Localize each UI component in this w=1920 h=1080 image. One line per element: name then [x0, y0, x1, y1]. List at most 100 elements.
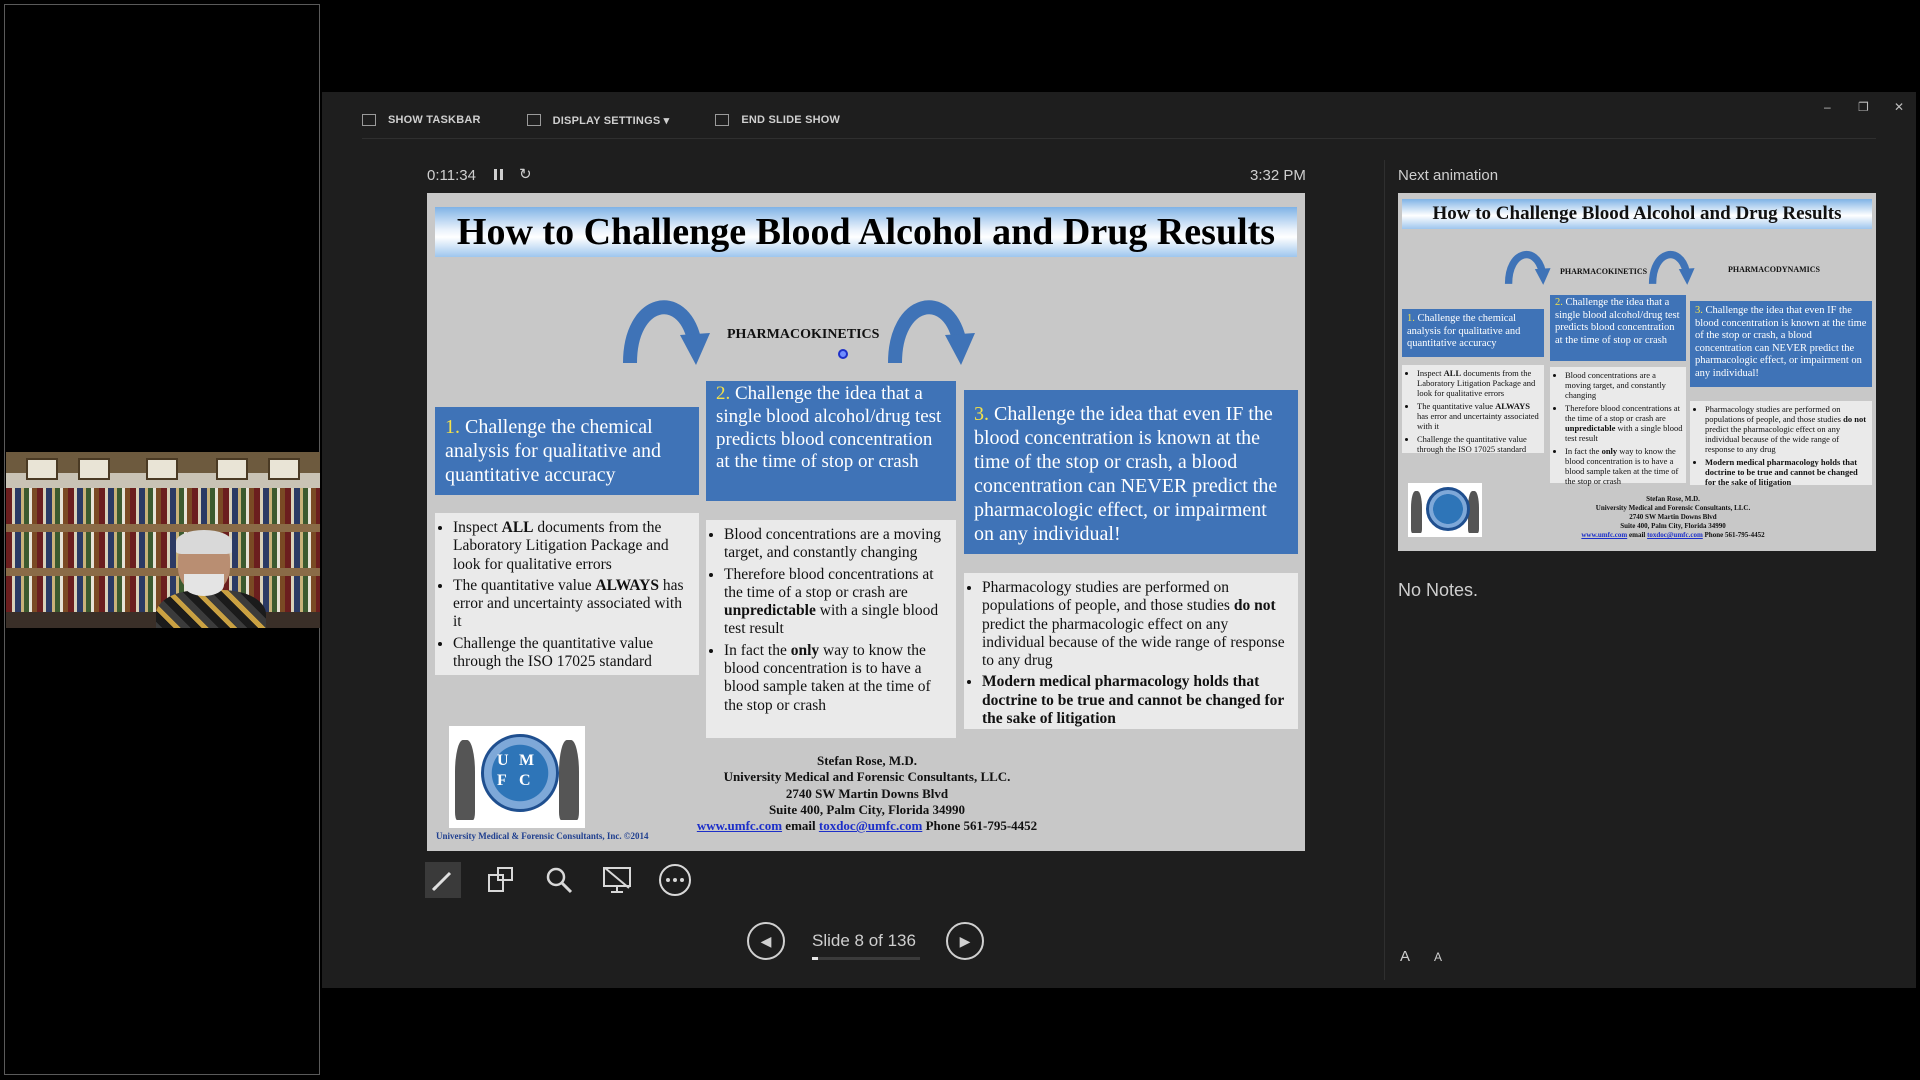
email-label: email: [785, 818, 816, 833]
bullet-text: unpredictable: [1565, 423, 1616, 434]
screen-slash-icon: [603, 867, 631, 893]
preview-logo: [1408, 483, 1482, 537]
bullet-text: do not: [1233, 597, 1276, 615]
restart-timer-icon[interactable]: ↻: [519, 165, 532, 183]
pen-tool-button[interactable]: [425, 862, 461, 898]
pen-icon: [431, 871, 452, 892]
bullet-item: Therefore blood concentrations at the ti…: [724, 566, 948, 639]
bullet-text: ALL: [1443, 368, 1462, 378]
wall-frame: [78, 458, 110, 480]
credit-address-1: 2740 SW Martin Downs Blvd: [785, 785, 949, 801]
elapsed-timer: 0:11:34: [427, 167, 476, 184]
bullet-text: ALL: [501, 519, 534, 536]
pharmacokinetics-label: PHARMACOKINETICS: [727, 327, 880, 342]
bullet-text: Blood concentrations are a moving target…: [1565, 370, 1666, 401]
black-screen-button[interactable]: [599, 862, 635, 898]
show-taskbar-label: SHOW TASKBAR: [388, 114, 481, 126]
bullet-item: Challenge the quantitative value through…: [453, 635, 691, 672]
close-button[interactable]: ✕: [1894, 100, 1904, 114]
more-options-button[interactable]: [657, 862, 693, 898]
bullet-text: predict the pharmacologic effect on any …: [1705, 424, 1841, 455]
website-link[interactable]: www.umfc.com: [697, 818, 782, 833]
restore-button[interactable]: ❐: [1858, 100, 1869, 114]
bullet-item: The quantitative value ALWAYS has error …: [453, 577, 691, 632]
pause-timer-icon[interactable]: [494, 169, 503, 180]
slide-title: How to Challenge Blood Alcohol and Drug …: [435, 207, 1297, 257]
wall-frame: [216, 458, 248, 480]
bullet-column-3: Pharmacology studies are performed on po…: [964, 573, 1298, 729]
pane-divider[interactable]: [1384, 160, 1385, 980]
bullet-text: Pharmacology studies are performed on po…: [982, 579, 1234, 615]
end-slide-show-label: END SLIDE SHOW: [741, 114, 841, 126]
chevron-left-icon: ◀: [760, 932, 772, 949]
zoom-button[interactable]: [541, 862, 577, 898]
preview-box-3: 3. Challenge the idea that even IF the b…: [1690, 301, 1872, 387]
show-taskbar-button[interactable]: SHOW TASKBAR: [362, 114, 481, 126]
end-slide-show-icon: [715, 114, 730, 126]
current-slide[interactable]: How to Challenge Blood Alcohol and Drug …: [427, 193, 1305, 851]
box-number: 1.: [445, 416, 460, 438]
bullet-text: Challenge the quantitative value through…: [1417, 434, 1527, 455]
display-settings-icon: [526, 114, 541, 126]
box-text: Challenge the chemical analysis for qual…: [445, 416, 662, 486]
bullet-item: Blood concentrations are a moving target…: [1565, 370, 1683, 400]
speaker-notes[interactable]: No Notes.: [1398, 580, 1478, 601]
email-link[interactable]: toxdoc@umfc.com: [819, 818, 922, 833]
preview-box-2: 2. Challenge the idea that a single bloo…: [1550, 295, 1686, 361]
next-slide-button[interactable]: ▶: [946, 922, 984, 960]
preview-box-1: 1. Challenge the chemical analysis for q…: [1402, 309, 1544, 357]
bullet-text: Blood concentrations are a moving target…: [724, 526, 941, 562]
bullet-text: Modern medical pharmacology holds that d…: [982, 673, 1284, 727]
decrease-font-button[interactable]: A: [1434, 950, 1442, 964]
bullet-column-1: Inspect ALL documents from the Laborator…: [435, 513, 699, 675]
wall-frame: [26, 458, 58, 480]
bullet-text: Inspect: [453, 519, 502, 536]
curved-arrow-icon: [1504, 251, 1551, 285]
end-slide-show-button[interactable]: END SLIDE SHOW: [715, 114, 840, 126]
chevron-right-icon: ▶: [959, 932, 971, 949]
taskbar-icon: [362, 114, 376, 126]
laser-pointer: [838, 349, 848, 359]
bullet-text: Inspect: [1417, 368, 1444, 378]
preview-bullets-1: Inspect ALL documents from the Laborator…: [1402, 365, 1544, 454]
preview-title: How to Challenge Blood Alcohol and Drug …: [1402, 199, 1872, 229]
logo-caption: University Medical & Forensic Consultant…: [436, 831, 649, 841]
bullet-text: Pharmacology studies are performed on po…: [1705, 404, 1844, 425]
wall-frame: [268, 458, 300, 480]
minimize-button[interactable]: –: [1824, 100, 1831, 114]
bullet-text: The quantitative value: [453, 576, 596, 594]
see-all-slides-button[interactable]: [483, 862, 519, 898]
increase-font-button[interactable]: A: [1400, 948, 1410, 965]
bullet-item: Modern medical pharmacology holds that d…: [1705, 457, 1869, 487]
slide-progress-track: [812, 957, 920, 960]
previous-slide-button[interactable]: ◀: [747, 922, 785, 960]
bullet-text: In fact the: [724, 641, 791, 659]
bullet-item: Challenge the quantitative value through…: [1417, 434, 1541, 454]
preview-pd-label: PHARMACODYNAMICS: [1728, 265, 1820, 274]
next-slide-preview[interactable]: How to Challenge Blood Alcohol and Drug …: [1398, 193, 1876, 551]
webcam-feed: [6, 452, 320, 628]
box-text: Challenge the idea that a single blood a…: [716, 383, 942, 473]
umfc-logo: U M F C: [449, 726, 585, 828]
curved-arrow-icon: [623, 300, 710, 365]
bullet-item: In fact the only way to know the blood c…: [724, 642, 948, 715]
bullet-text: The quantitative value: [1417, 401, 1496, 412]
preview-bullets-2: Blood concentrations are a moving target…: [1550, 367, 1686, 486]
bullet-text: do not: [1843, 414, 1867, 425]
bullet-item: Modern medical pharmacology holds that d…: [982, 673, 1290, 728]
more-options-icon: [659, 864, 691, 896]
box-text: Challenge the idea that even IF the bloo…: [974, 403, 1278, 545]
author-credit: Stefan Rose, M.D. University Medical and…: [647, 753, 1087, 834]
current-time: 3:32 PM: [1250, 167, 1306, 184]
box-number: 3.: [974, 403, 989, 425]
toolbar-divider: [362, 138, 1876, 139]
bullet-column-2: Blood concentrations are a moving target…: [706, 520, 956, 738]
bullet-text: Modern medical pharmacology holds that d…: [1705, 457, 1858, 488]
curved-arrow-icon: [888, 300, 975, 365]
slide-counter[interactable]: Slide 8 of 136: [812, 931, 916, 951]
bullet-item: Pharmacology studies are performed on po…: [982, 579, 1290, 670]
bookshelf-row: [6, 488, 320, 524]
display-settings-button[interactable]: DISPLAY SETTINGS ▾: [526, 114, 670, 127]
bullet-text: has error and uncertainty associated wit…: [1417, 411, 1539, 432]
preview-pk-label: PHARMACOKINETICS: [1560, 267, 1648, 276]
